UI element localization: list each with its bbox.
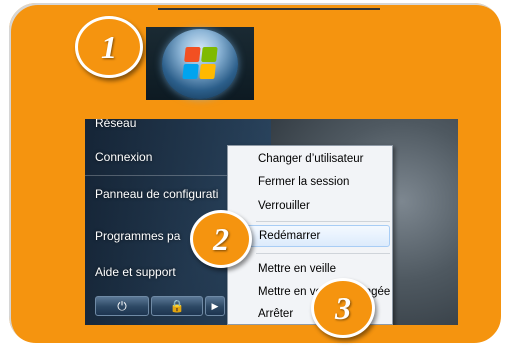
menu-item-switch-user[interactable]: Changer d’utilisateur [230,148,390,170]
step-badge-2: 2 [190,210,252,268]
shutdown-options-button[interactable]: ▶ [205,296,225,316]
start-item-default-programs[interactable]: Programmes pa [95,229,180,243]
menu-item-restart[interactable]: Redémarrer [230,225,390,247]
start-item-network[interactable]: Réseau [95,119,136,130]
menu-item-lock[interactable]: Verrouiller [230,195,390,217]
step-number: 3 [335,289,351,326]
start-orb-image [146,27,254,100]
title-underline [158,8,380,10]
menu-divider [256,253,390,254]
lock-button[interactable]: 🔒 [151,296,203,316]
menu-divider [256,221,390,222]
step-badge-1: 1 [75,16,143,78]
shutdown-button[interactable]: ⏻ [95,296,149,316]
lock-icon: 🔒 [169,299,185,313]
triangle-right-icon: ▶ [211,300,219,311]
step-badge-3: 3 [311,278,375,338]
start-item-help[interactable]: Aide et support [95,265,176,279]
start-item-connect[interactable]: Connexion [95,150,152,164]
step-number: 2 [213,220,229,257]
power-icon: ⏻ [117,298,127,313]
windows-start-button[interactable] [162,29,238,99]
menu-item-log-off[interactable]: Fermer la session [230,171,390,193]
menu-item-sleep[interactable]: Mettre en veille [230,258,390,280]
power-button-bar: ⏻ 🔒 ▶ [95,296,225,316]
start-item-control-panel[interactable]: Panneau de configurati [95,187,218,201]
windows-logo-icon [182,47,218,79]
step-number: 1 [101,28,117,65]
start-menu-screenshot: Réseau Connexion Panneau de configurati … [85,119,458,325]
